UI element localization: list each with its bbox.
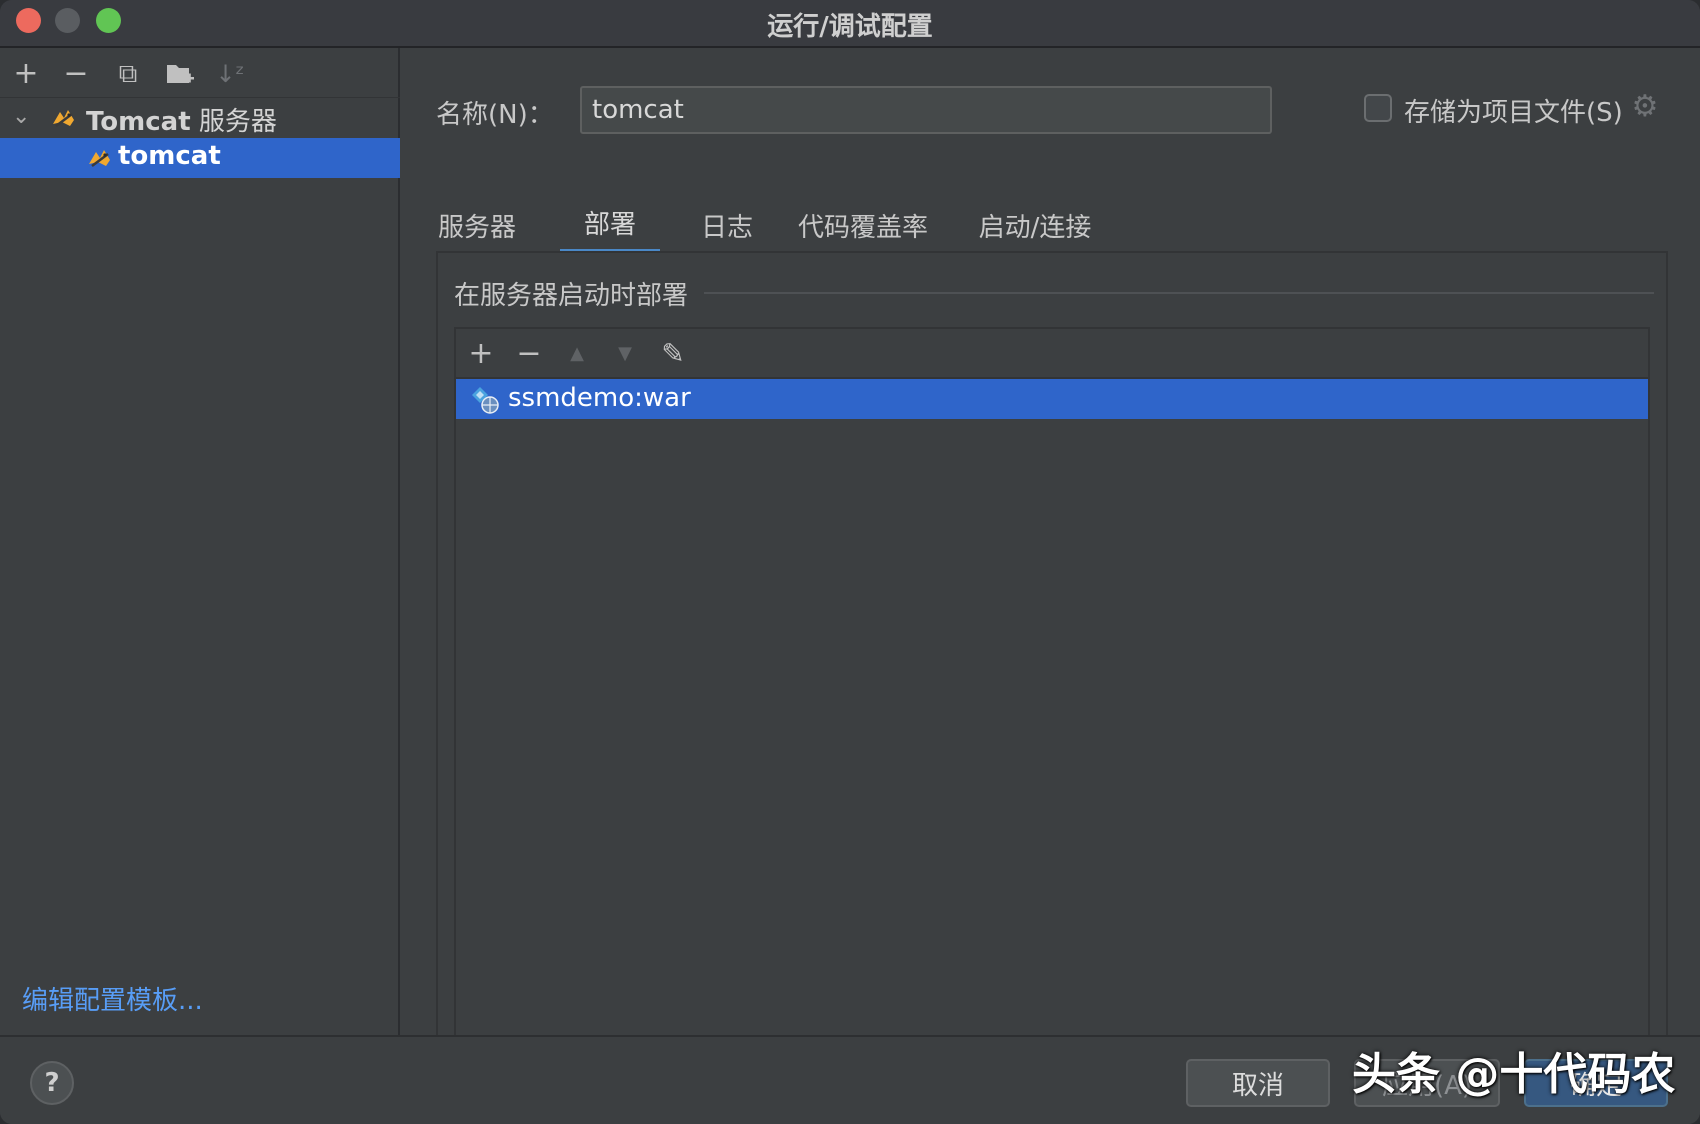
config-detail-panel: 名称(N)： 存储为项目文件(S) ⚙ 服务器 部署 日志 代码覆盖率 启动/连… (402, 48, 1700, 1037)
artifact-label: ssmdemo:war (508, 383, 691, 413)
config-tabs: 服务器 部署 日志 代码覆盖率 启动/连接 (402, 196, 1700, 254)
gear-icon[interactable]: ⚙ (1630, 92, 1660, 122)
remove-artifact-button[interactable]: − (510, 335, 548, 373)
tomcat-cat-icon (50, 106, 78, 130)
tree-group-label: Tomcat 服务器 (86, 101, 277, 138)
tree-item-label: tomcat (118, 141, 221, 171)
add-artifact-button[interactable]: + (462, 335, 500, 373)
tab-logs[interactable]: 日志 (682, 196, 772, 254)
tree-group-tomcat[interactable]: ⌄ Tomcat 服务器 (0, 98, 400, 138)
deploy-section-title: 在服务器启动时部署 (454, 281, 689, 311)
deployment-tab-panel: 在服务器启动时部署 + − ▲ ▼ ✎ ssmdemo:war (436, 251, 1668, 1037)
move-up-button[interactable]: ▲ (558, 335, 596, 373)
copy-config-button[interactable]: ⧉ (110, 56, 146, 92)
deployment-toolbar: + − ▲ ▼ ✎ (456, 329, 1648, 379)
remove-config-button[interactable]: − (58, 56, 94, 92)
tree-group-suffix: 服务器 (190, 107, 277, 137)
name-label: 名称(N)： (436, 100, 554, 130)
watermark-text: 头条 @十代码农 (1352, 1049, 1676, 1100)
section-divider (704, 292, 1654, 294)
move-down-button[interactable]: ▼ (606, 335, 644, 373)
sort-configs-button[interactable]: ↓ᶻ (212, 56, 248, 92)
store-as-project-file-checkbox[interactable] (1364, 94, 1392, 122)
tree-group-name: Tomcat (86, 107, 191, 137)
edit-artifact-button[interactable]: ✎ (654, 335, 692, 373)
store-as-project-file-label: 存储为项目文件(S) (1404, 98, 1623, 128)
new-folder-button[interactable] (162, 56, 198, 92)
tab-deployment[interactable]: 部署 (560, 196, 660, 254)
folder-add-icon (167, 65, 194, 83)
window-title: 运行/调试配置 (767, 12, 933, 42)
artifact-war-icon (472, 387, 499, 414)
title-bar: 运行/调试配置 (0, 0, 1700, 48)
cancel-button[interactable]: 取消 (1186, 1059, 1330, 1107)
edit-config-templates-link[interactable]: 编辑配置模板... (22, 980, 203, 1017)
config-sidebar: + − ⧉ ↓ᶻ ⌄ Tomcat 服务器 tomcat 编辑配置模板... (0, 48, 400, 1035)
list-item[interactable]: ssmdemo:war (456, 379, 1648, 419)
deployment-list: + − ▲ ▼ ✎ ssmdemo:war (454, 327, 1650, 1037)
tree-item-tomcat[interactable]: tomcat (0, 138, 400, 178)
sidebar-toolbar: + − ⧉ ↓ᶻ (0, 48, 400, 98)
tomcat-cat-icon (86, 146, 114, 170)
add-config-button[interactable]: + (8, 56, 44, 92)
tab-server[interactable]: 服务器 (426, 196, 528, 254)
help-button[interactable]: ? (30, 1061, 74, 1105)
tab-code-coverage[interactable]: 代码覆盖率 (778, 196, 948, 254)
config-name-input[interactable] (580, 86, 1272, 134)
run-debug-config-dialog: 运行/调试配置 + − ⧉ ↓ᶻ ⌄ Tomcat 服务器 tomcat 编辑配… (0, 0, 1700, 1124)
chevron-down-icon[interactable]: ⌄ (12, 104, 30, 129)
tab-startup-connection[interactable]: 启动/连接 (950, 196, 1120, 254)
